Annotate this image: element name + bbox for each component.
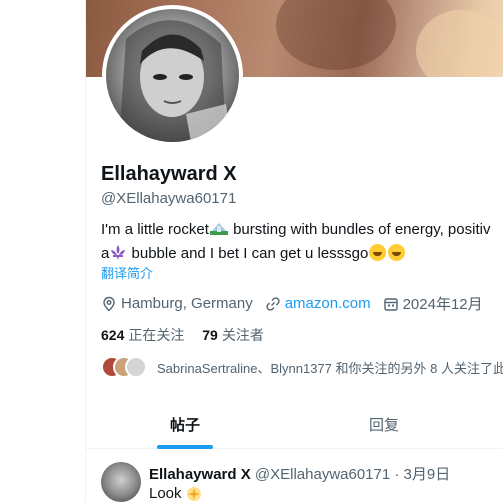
following-link[interactable]: 624 正在关注 (101, 327, 184, 343)
joined-item: 2024年12月 (383, 293, 483, 314)
followed-by-text: SabrinaSertraline、Blynn1377 和你关注的另外 8 人关… (157, 360, 503, 376)
sparkle-icon (186, 486, 201, 501)
bio-text: a (101, 245, 110, 262)
left-rail (0, 0, 85, 502)
bio-text: I'm a little rocket (101, 221, 209, 238)
avatar-image (106, 9, 239, 142)
profile-meta: Hamburg, Germany amazon.com 2024年12月 (101, 293, 495, 314)
followers-count: 79 (202, 327, 218, 343)
profile-tabs: 帖子 回复 (86, 400, 503, 449)
bio-text: bubble and I bet I can get u lesssgo (127, 245, 369, 262)
tweet-author-avatar[interactable] (101, 462, 141, 502)
tweet-text: Look (149, 485, 202, 502)
tweet-body: Look (149, 485, 182, 502)
profile-display-name: Ellahayward X (101, 163, 237, 185)
calendar-icon (383, 297, 398, 311)
link-icon (266, 296, 280, 311)
bio-text: bursting with bundles of energy, positiv (228, 221, 491, 238)
tweet-header: Ellahayward X @XEllahaywa60171 · 3月9日 (149, 463, 450, 484)
profile-avatar[interactable] (102, 5, 243, 146)
tab-posts[interactable]: 帖子 (86, 400, 284, 449)
followers-label: 关注者 (221, 327, 264, 343)
tweet[interactable]: Ellahayward X @XEllahaywa60171 · 3月9日 Lo… (86, 450, 503, 502)
followers-link[interactable]: 79 关注者 (202, 327, 264, 343)
location-text: Hamburg, Germany (121, 295, 253, 312)
following-label: 正在关注 (128, 327, 185, 343)
following-count: 624 (101, 327, 125, 343)
followed-by-row[interactable]: SabrinaSertraline、Blynn1377 和你关注的另外 8 人关… (101, 356, 503, 378)
tab-replies[interactable]: 回复 (284, 400, 484, 449)
translate-bio-link[interactable]: 翻译简介 (101, 263, 153, 282)
location-pin-icon (103, 296, 115, 311)
joined-date: 2024年12月 (402, 296, 483, 313)
avatar (125, 356, 147, 378)
grinning-face-icon (388, 244, 406, 261)
tweet-author-name[interactable]: Ellahayward X (149, 466, 251, 483)
profile-handle: @XEllahaywa60171 (101, 190, 237, 207)
active-tab-indicator (157, 445, 213, 449)
grinning-face-icon (369, 244, 387, 261)
profile-bio: I'm a little rocket bursting with bundle… (101, 219, 503, 267)
location-item: Hamburg, Germany (101, 295, 253, 312)
tweet-meta: @XEllahaywa60171 · 3月9日 (254, 466, 451, 483)
follow-stats: 624 正在关注 79 关注者 (101, 325, 278, 345)
website-item[interactable]: amazon.com (265, 295, 371, 312)
rocket-icon (209, 221, 229, 243)
website-link[interactable]: amazon.com (285, 295, 371, 312)
